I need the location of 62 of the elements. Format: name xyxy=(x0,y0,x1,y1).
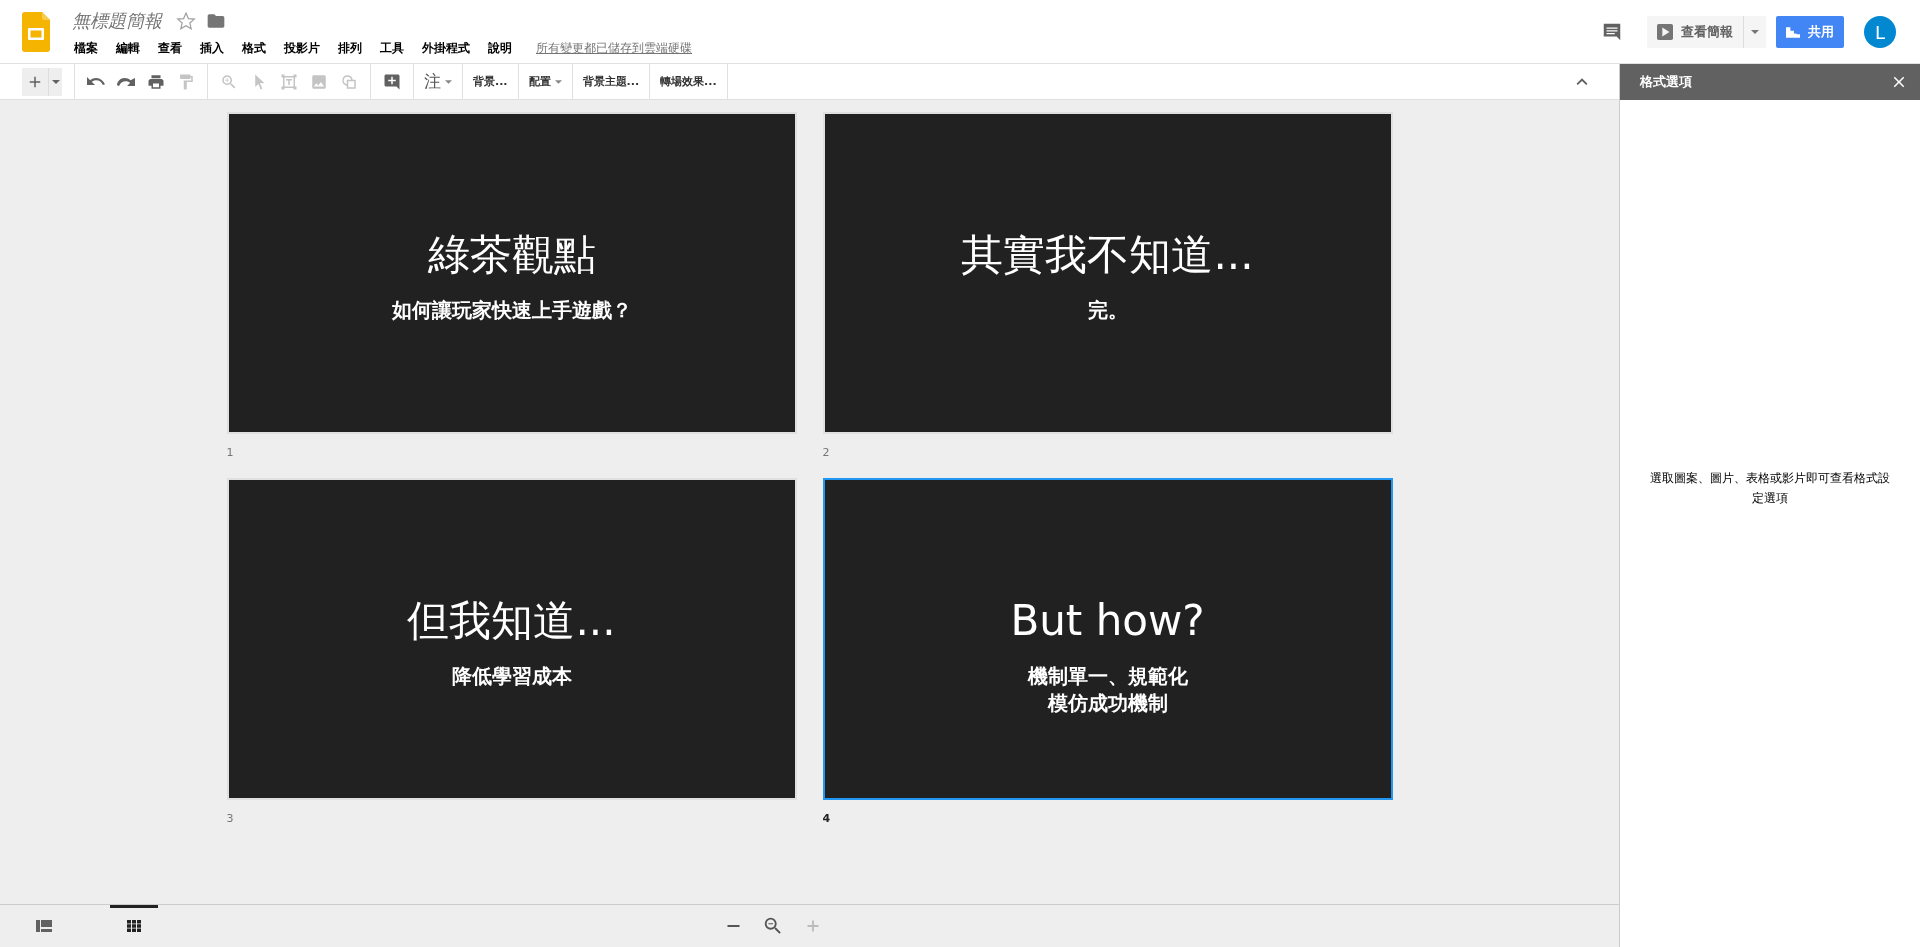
slide-title: 其實我不知道... xyxy=(961,229,1254,281)
shape-icon xyxy=(340,72,358,91)
minus-icon xyxy=(726,925,740,927)
slide-title: 綠茶觀點 xyxy=(427,229,596,281)
building-icon xyxy=(1786,26,1800,38)
menu-item[interactable]: 投影片 xyxy=(282,40,328,57)
menu-item[interactable]: 外掛程式 xyxy=(420,40,478,57)
slide-subtitle: 完。 xyxy=(1087,296,1128,324)
star-icon[interactable] xyxy=(176,11,196,31)
add-comment-icon xyxy=(383,72,401,91)
slide-thumbnail[interactable]: But how? 機制單一、規範化 模仿成功機制 xyxy=(822,478,1393,800)
image-icon xyxy=(310,72,328,91)
caret-icon xyxy=(554,79,562,84)
toolbar-text-button[interactable]: 背景主題... xyxy=(578,67,644,96)
slide-number: 1 xyxy=(226,445,235,461)
menu-item[interactable]: 檔案 xyxy=(72,40,106,57)
menu-item[interactable]: 格式 xyxy=(240,40,274,57)
save-status-link[interactable]: 所有變更都已儲存到雲端硬碟 xyxy=(536,40,692,57)
slide-subtitle: 模仿成功機制 xyxy=(1047,689,1168,717)
undo-icon xyxy=(87,77,105,86)
text-box-icon xyxy=(280,72,298,91)
slide-thumbnail[interactable]: 但我知道... 降低學習成本 xyxy=(226,478,797,800)
menu-item[interactable]: 說明 xyxy=(486,40,520,57)
toolbar-text-button[interactable]: 配置 xyxy=(524,67,566,96)
menu-item[interactable]: 編輯 xyxy=(114,40,148,57)
menu-item[interactable]: 排列 xyxy=(336,40,370,57)
plus-button[interactable] xyxy=(22,67,48,96)
slide-subtitle: 機制單一、規範化 xyxy=(1027,662,1188,690)
grid-icon xyxy=(126,920,142,932)
slide-number: 2 xyxy=(822,445,831,461)
slide-thumbnail[interactable]: 其實我不知道... 完。 xyxy=(822,112,1393,434)
toolbar-text-button[interactable]: 背景... xyxy=(469,67,512,96)
slide-title: But how? xyxy=(1010,595,1205,647)
panel-title: 格式選項 xyxy=(1640,73,1692,91)
slide-number: 4 xyxy=(822,811,832,827)
folder-icon[interactable] xyxy=(206,11,226,31)
slide-subtitle: 如何讓玩家快速上手遊戲？ xyxy=(391,296,632,324)
toolbar-text-button[interactable]: 注 xyxy=(420,67,456,96)
menu-item[interactable]: 工具 xyxy=(378,40,412,57)
zoom-icon xyxy=(220,72,238,91)
play-icon xyxy=(1657,24,1673,40)
menu-item[interactable]: 查看 xyxy=(156,40,190,57)
redo-icon xyxy=(117,77,135,86)
slide-title: 但我知道... xyxy=(407,595,616,647)
caret-icon xyxy=(51,79,60,84)
caret-button[interactable] xyxy=(48,67,62,96)
slide-subtitle: 降低學習成本 xyxy=(451,662,572,690)
slide-number: 3 xyxy=(226,811,235,827)
caret-icon xyxy=(445,79,452,84)
panel-message: 選取圖案、圖片、表格或影片即可查看格式設定選項 xyxy=(1650,470,1890,507)
share-button[interactable]: 共用 xyxy=(1776,16,1844,48)
document-title[interactable]: 無標題簡報 xyxy=(72,9,162,33)
present-button[interactable]: 查看簡報 xyxy=(1647,16,1744,48)
account-avatar[interactable]: L xyxy=(1864,16,1896,48)
menu-item[interactable]: 插入 xyxy=(198,40,232,57)
slide-thumbnail[interactable]: 綠茶觀點 如何讓玩家快速上手遊戲？ xyxy=(226,112,797,434)
toolbar-text-button[interactable]: 轉場效果... xyxy=(656,67,721,96)
list-view-icon xyxy=(36,920,52,932)
caret-icon xyxy=(1751,30,1759,34)
print-icon xyxy=(147,72,165,91)
paint-roller-icon xyxy=(177,72,195,91)
zoom-icon xyxy=(762,915,784,937)
